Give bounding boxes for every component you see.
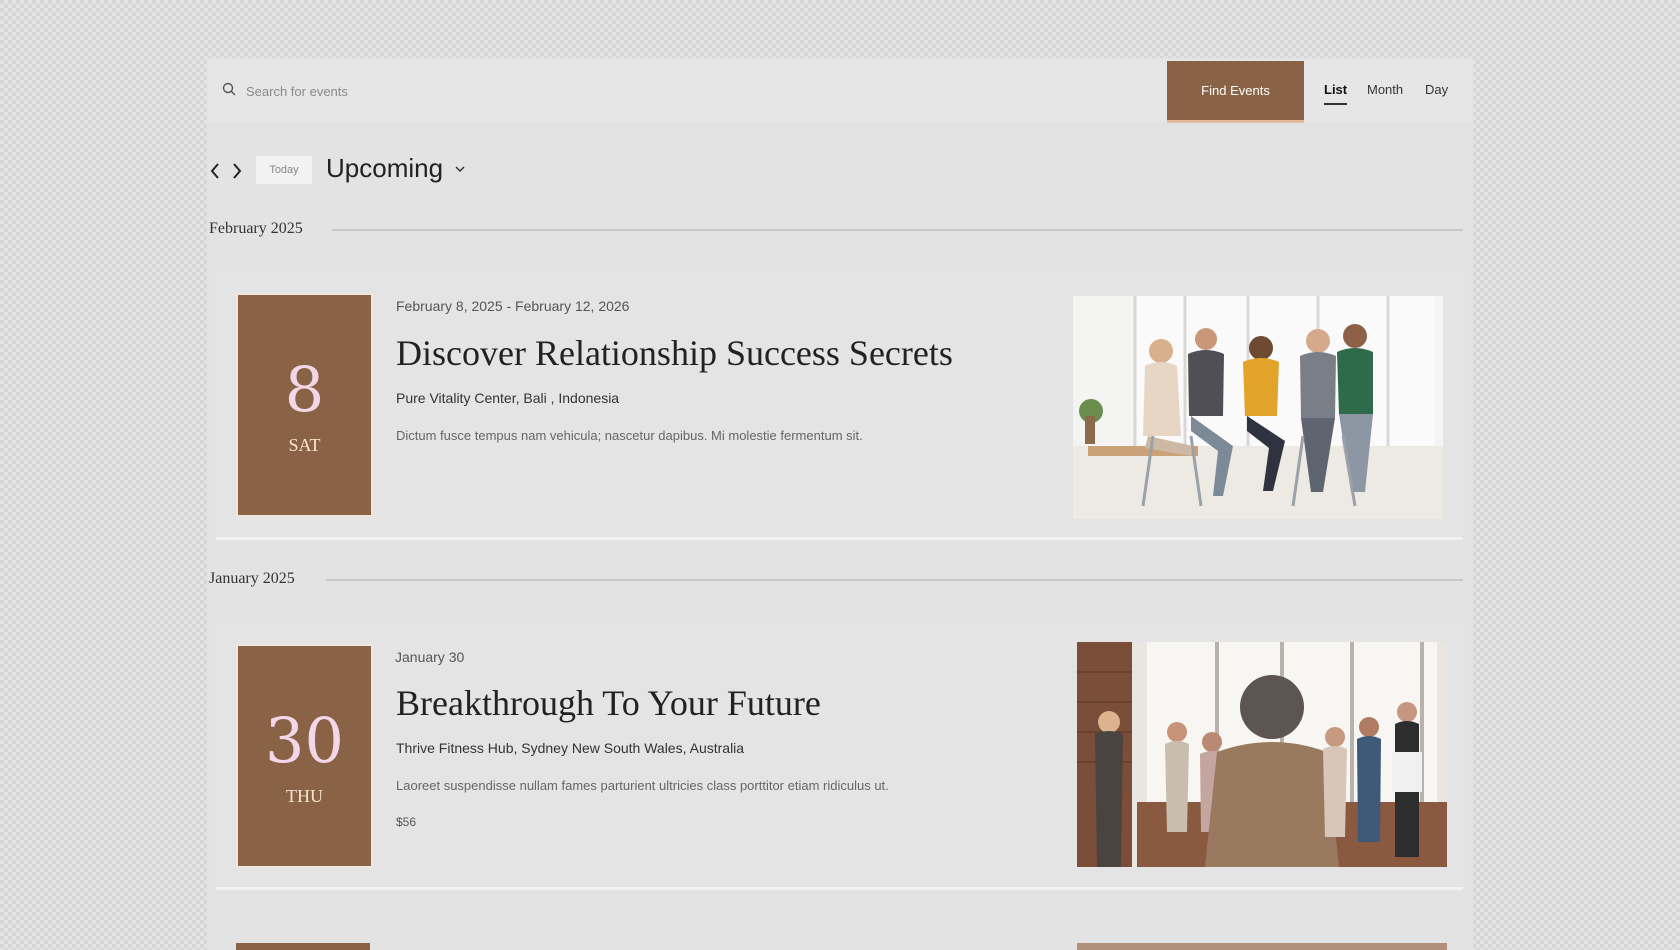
month-divider bbox=[326, 579, 1463, 581]
previous-arrow-icon[interactable] bbox=[207, 160, 223, 182]
month-separator: January 2025 bbox=[209, 570, 295, 587]
event-title[interactable]: Discover Relationship Success Secrets bbox=[396, 332, 953, 374]
event-day-number: 8 bbox=[284, 353, 325, 426]
event-title[interactable]: Breakthrough To Your Future bbox=[396, 682, 821, 724]
view-day-tab[interactable]: Day bbox=[1425, 82, 1448, 97]
search-input[interactable] bbox=[244, 78, 748, 104]
event-day-name: SAT bbox=[288, 435, 321, 455]
event-featured-image[interactable] bbox=[1077, 943, 1447, 950]
find-events-button[interactable]: Find Events bbox=[1167, 61, 1304, 123]
today-button[interactable]: Today bbox=[256, 156, 312, 184]
event-date-tag: 8 SAT bbox=[236, 293, 373, 517]
event-venue: Thrive Fitness Hub, Sydney New South Wal… bbox=[396, 740, 745, 756]
event-description: Laoreet suspendisse nullam fames parturi… bbox=[396, 778, 889, 793]
event-description: Dictum fusce tempus nam vehicula; nascet… bbox=[396, 428, 863, 443]
next-arrow-icon[interactable] bbox=[229, 160, 245, 182]
event-datetime: January 30 bbox=[395, 649, 465, 665]
month-separator: February 2025 bbox=[209, 220, 303, 237]
event-card[interactable]: 30 THU January 30 Breakthrough To Your F… bbox=[216, 619, 1463, 890]
event-datetime: February 8, 2025 - February 12, 2026 bbox=[396, 298, 630, 314]
view-month-tab[interactable]: Month bbox=[1367, 82, 1403, 97]
event-day-number: 30 bbox=[265, 704, 344, 777]
event-featured-image[interactable] bbox=[1077, 642, 1447, 867]
date-range-selector[interactable]: Upcoming bbox=[326, 153, 443, 184]
event-date-tag bbox=[236, 943, 370, 950]
event-date-tag: 30 THU bbox=[236, 644, 373, 868]
chevron-down-icon[interactable] bbox=[454, 164, 466, 174]
month-divider bbox=[332, 229, 1463, 231]
event-featured-image[interactable] bbox=[1073, 296, 1443, 519]
event-day-name: THU bbox=[286, 786, 323, 806]
view-list-tab[interactable]: List bbox=[1324, 82, 1348, 105]
event-card[interactable]: 8 SAT February 8, 2025 - February 12, 20… bbox=[216, 269, 1463, 540]
event-price: $56 bbox=[396, 815, 417, 829]
event-venue: Pure Vitality Center, Bali , Indonesia bbox=[396, 390, 620, 406]
search-icon bbox=[222, 82, 236, 96]
